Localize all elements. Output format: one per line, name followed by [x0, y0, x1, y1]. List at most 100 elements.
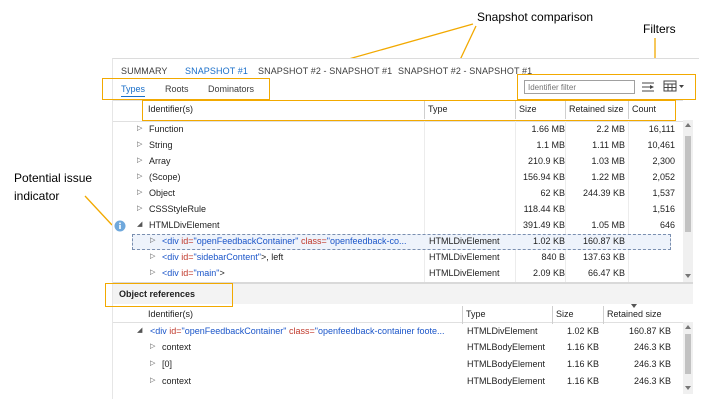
refs-col-identifier[interactable]: Identifier(s): [148, 309, 193, 319]
refs-col-size[interactable]: Size: [556, 309, 574, 319]
row-size: 1.1 MB: [536, 140, 565, 150]
row-retained-size: 244.39 KB: [582, 188, 625, 198]
expand-triangle-icon[interactable]: ▷: [150, 252, 155, 260]
row-size: 210.9 KB: [527, 156, 565, 166]
row-identifier: Object: [149, 188, 176, 198]
instance-identifier: <div id="main">: [162, 268, 225, 278]
collapse-triangle-icon[interactable]: ◢: [137, 326, 142, 334]
table-row[interactable]: ▷ (Scope) 156.94 KB 1.22 MB 2,052: [113, 169, 683, 185]
tab-snapshot-2-diff-alt[interactable]: SNAPSHOT #2 - SNAPSHOT #1: [398, 66, 532, 76]
refs-row-size: 1.16 KB: [566, 359, 599, 369]
tab-snapshot-1[interactable]: SNAPSHOT #1: [185, 66, 248, 76]
expand-triangle-icon[interactable]: ▷: [137, 140, 142, 148]
instance-identifier: <div id="sidebarContent">, left: [162, 252, 284, 262]
main-scrollbar-thumb[interactable]: [685, 136, 691, 232]
table-row[interactable]: ▷ String 1.1 MB 1.11 MB 10,461: [113, 137, 683, 153]
scroll-down-icon[interactable]: [685, 274, 691, 279]
instance-row[interactable]: ▷ <div id="main"> HTMLDivElement 2.09 KB 66.…: [113, 265, 683, 281]
refs-table-row[interactable]: ▷ context HTMLBodyElement 1.16 KB 246.3 KB: [113, 373, 683, 389]
refs-root-retained: 160.87 KB: [628, 326, 671, 336]
row-count: 16,111: [648, 124, 675, 134]
expand-triangle-icon[interactable]: ▷: [150, 376, 155, 384]
refs-row-retained: 246.3 KB: [633, 359, 671, 369]
callout-box-filters: [517, 74, 696, 100]
row-identifier: CSSStyleRule: [149, 204, 207, 214]
table-row[interactable]: ▷ Array 210.9 KB 1.03 MB 2,300: [113, 153, 683, 169]
refs-row-identifier: context: [162, 342, 192, 352]
scroll-up-icon[interactable]: [685, 324, 691, 329]
row-retained-size: 1.11 MB: [592, 140, 625, 150]
row-retained-size: 1.05 MB: [591, 220, 625, 230]
row-retained-size: 1.22 MB: [591, 172, 625, 182]
row-count: 1,537: [652, 188, 675, 198]
refs-scrollbar-thumb[interactable]: [685, 334, 691, 374]
col-divider: [603, 306, 604, 324]
refs-row-type: HTMLBodyElement: [467, 376, 546, 386]
row-size: 118.44 KB: [523, 204, 565, 214]
expand-triangle-icon[interactable]: ▷: [137, 172, 142, 180]
row-count: 2,300: [652, 156, 675, 166]
refs-row-type: HTMLBodyElement: [467, 359, 546, 369]
row-identifier: HTMLDivElement: [149, 220, 220, 230]
expand-triangle-icon[interactable]: ▷: [150, 342, 155, 350]
refs-col-type[interactable]: Type: [466, 309, 486, 319]
instance-type: HTMLDivElement: [429, 252, 500, 262]
collapse-triangle-icon[interactable]: ◢: [137, 220, 142, 228]
callout-box-subtabs: [102, 78, 270, 100]
sort-descending-icon: [631, 304, 637, 308]
refs-root-identifier: <div id="openFeedbackContainer" class="o…: [150, 326, 445, 336]
instance-row[interactable]: ▷ <div id="sidebarContent">, left HTMLDivE…: [113, 249, 683, 265]
instance-retained-size: 137.63 KB: [582, 252, 625, 262]
refs-row-size: 1.16 KB: [566, 376, 599, 386]
expand-triangle-icon[interactable]: ▷: [137, 124, 142, 132]
refs-row-size: 1.16 KB: [566, 342, 599, 352]
row-identifier: (Scope): [149, 172, 181, 182]
row-size: 62 KB: [540, 188, 565, 198]
instance-identifier: <div id="openFeedbackContainer" class="o…: [162, 236, 407, 246]
row-identifier: String: [149, 140, 173, 150]
col-divider: [462, 306, 463, 324]
scroll-up-icon[interactable]: [685, 122, 691, 127]
col-divider: [552, 306, 553, 324]
instance-row[interactable]: ▷ <div id="openFeedbackContainer" class="…: [113, 233, 683, 249]
instance-retained-size: 160.87 KB: [582, 236, 625, 246]
table-row[interactable]: ▷ CSSStyleRule 118.44 KB 1,516: [113, 201, 683, 217]
scroll-down-icon[interactable]: [685, 386, 691, 391]
instance-size: 2.09 KB: [532, 268, 565, 278]
refs-root-size: 1.02 KB: [566, 326, 599, 336]
expand-triangle-icon[interactable]: ▷: [150, 236, 155, 244]
row-count: 2,052: [652, 172, 675, 182]
instance-size: 840 B: [541, 252, 565, 262]
instance-type: HTMLDivElement: [429, 268, 500, 278]
expand-triangle-icon[interactable]: ▷: [137, 204, 142, 212]
table-row[interactable]: ▷ Function 1.66 MB 2.2 MB 16,111: [113, 121, 683, 137]
tab-snapshot-2-diff[interactable]: SNAPSHOT #2 - SNAPSHOT #1: [258, 66, 392, 76]
refs-table-row[interactable]: ▷ [0] HTMLBodyElement 1.16 KB 246.3 KB: [113, 356, 683, 372]
refs-row-type: HTMLBodyElement: [467, 342, 546, 352]
refs-row-retained: 246.3 KB: [633, 376, 671, 386]
row-size: 391.49 KB: [522, 220, 565, 230]
expand-triangle-icon[interactable]: ▷: [150, 359, 155, 367]
expand-triangle-icon[interactable]: ▷: [150, 268, 155, 276]
main-scrollbar[interactable]: [683, 120, 693, 282]
refs-root-type: HTMLDivElement: [467, 326, 538, 336]
refs-col-retained[interactable]: Retained size: [607, 309, 662, 319]
row-size: 156.94 KB: [522, 172, 565, 182]
table-row[interactable]: ▷ Object 62 KB 244.39 KB 1,537: [113, 185, 683, 201]
expand-triangle-icon[interactable]: ▷: [137, 188, 142, 196]
callout-box-object-references: [105, 283, 233, 307]
row-identifier: Array: [149, 156, 171, 166]
info-icon[interactable]: [114, 220, 126, 232]
refs-scrollbar[interactable]: [683, 322, 693, 394]
expand-triangle-icon[interactable]: ▷: [137, 156, 142, 164]
refs-row-identifier: [0]: [162, 359, 173, 369]
refs-root-row[interactable]: ◢ <div id="openFeedbackContainer" class=…: [113, 323, 683, 339]
row-size: 1.66 MB: [531, 124, 565, 134]
row-count: 646: [659, 220, 675, 230]
refs-table-row[interactable]: ▷ context HTMLBodyElement 1.16 KB 246.3 KB: [113, 339, 683, 355]
tab-summary[interactable]: SUMMARY: [121, 66, 168, 76]
table-row[interactable]: ◢ HTMLDivElement 391.49 KB 1.05 MB 646: [113, 217, 683, 233]
row-retained-size: 1.03 MB: [591, 156, 625, 166]
refs-row-identifier: context: [162, 376, 192, 386]
row-identifier: Function: [149, 124, 184, 134]
